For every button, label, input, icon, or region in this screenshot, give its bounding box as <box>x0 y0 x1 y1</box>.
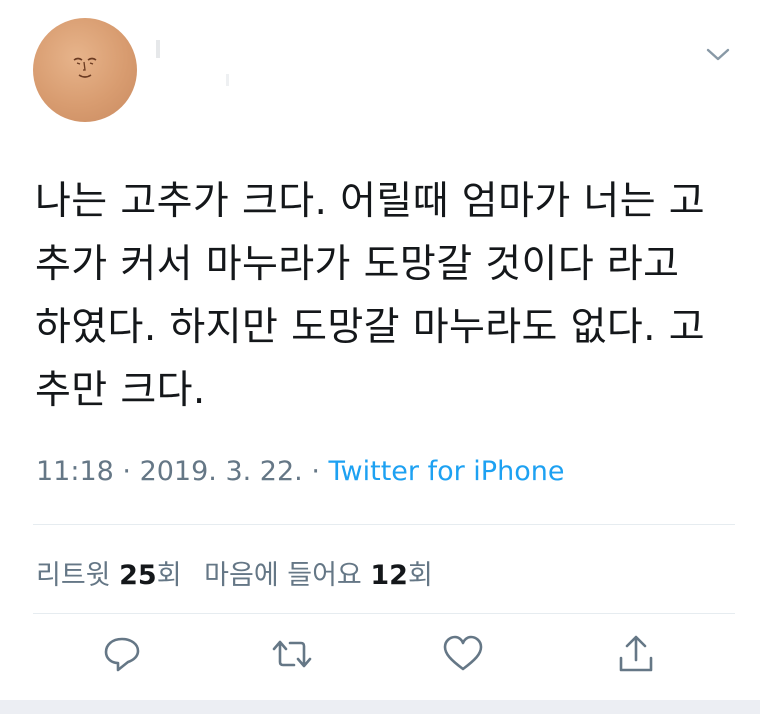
tweet-text-line: 추가 커서 마누라가 도망갈 것이다 라고 <box>35 242 680 287</box>
avatar[interactable] <box>33 18 137 122</box>
heart-icon[interactable] <box>441 632 485 676</box>
separator-dot: · <box>122 456 140 487</box>
divider <box>33 613 735 614</box>
tweet-text-line: 나는 고추가 크다. 어릴때 엄마가 너는 고 <box>35 179 706 224</box>
likes-count: 12 <box>370 560 408 591</box>
redacted-name <box>156 40 236 96</box>
tweet-date[interactable]: 2019. 3. 22. <box>140 456 303 487</box>
avatar-face-icon <box>73 57 97 78</box>
retweets-unit: 회 <box>156 560 182 591</box>
chevron-down-icon[interactable] <box>704 44 732 64</box>
tweet-text-line: 하였다. 하지만 도망갈 마누라도 없다. 고 <box>35 305 706 350</box>
retweet-icon[interactable] <box>270 632 314 676</box>
tweet-meta: 11:18 · 2019. 3. 22. · Twitter for iPhon… <box>36 456 564 487</box>
tweet-text: 나는 고추가 크다. 어릴때 엄마가 너는 고 추가 커서 마누라가 도망갈 것… <box>35 170 725 422</box>
tweet-time[interactable]: 11:18 <box>36 456 114 487</box>
reply-icon[interactable] <box>100 632 144 676</box>
tweet-text-line: 추만 크다. <box>35 368 206 413</box>
tweet-detail: 나는 고추가 크다. 어릴때 엄마가 너는 고 추가 커서 마누라가 도망갈 것… <box>0 0 760 700</box>
divider <box>33 524 735 525</box>
separator-dot: · <box>311 456 329 487</box>
retweets-stat[interactable]: 리트윗 25회 <box>36 560 190 591</box>
retweets-count: 25 <box>119 560 157 591</box>
tweet-stats: 리트윗 25회 마음에 들어요 12회 <box>36 553 447 592</box>
share-icon[interactable] <box>614 632 658 676</box>
likes-stat[interactable]: 마음에 들어요 12회 <box>204 560 433 591</box>
likes-label: 마음에 들어요 <box>204 560 362 591</box>
tweet-actions <box>0 632 760 682</box>
retweets-label: 리트윗 <box>36 560 111 591</box>
likes-unit: 회 <box>407 560 433 591</box>
tweet-source-link[interactable]: Twitter for iPhone <box>329 456 565 487</box>
bottom-band <box>0 700 760 714</box>
